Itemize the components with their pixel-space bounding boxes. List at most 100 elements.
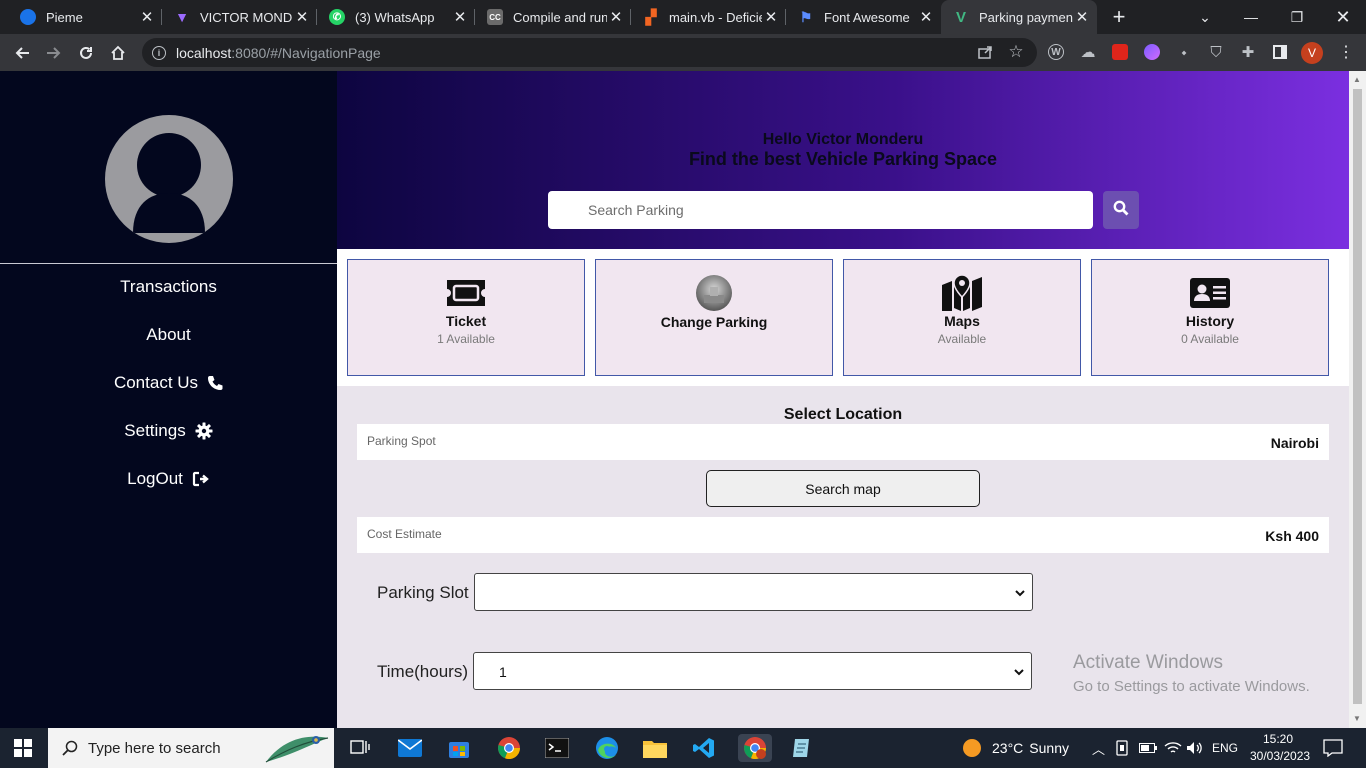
sidebar-item-logout[interactable]: LogOut (0, 465, 337, 493)
home-icon[interactable] (106, 41, 130, 65)
close-icon[interactable]: ✕ (1073, 8, 1091, 26)
terminal-app-icon[interactable] (543, 734, 571, 762)
maps-card[interactable]: Maps Available (843, 259, 1081, 376)
browser-tab[interactable]: CC Compile and run ✕ (475, 0, 631, 34)
scroll-up-icon[interactable]: ▲ (1353, 75, 1361, 84)
scroll-down-icon[interactable]: ▼ (1353, 714, 1361, 723)
side-panel-icon[interactable] (1270, 42, 1290, 62)
sidebar-item-settings[interactable]: Settings (0, 417, 337, 445)
close-icon[interactable]: ✕ (607, 8, 625, 26)
tab-title: main.vb - Deficie (669, 9, 762, 25)
search-parking-input[interactable] (548, 191, 1093, 229)
close-icon[interactable]: ✕ (138, 8, 156, 26)
profile-avatar[interactable]: V (1301, 42, 1323, 64)
mail-app-icon[interactable] (396, 734, 424, 762)
map-location-icon (941, 275, 983, 311)
file-explorer-icon[interactable] (641, 734, 669, 762)
parking-slot-select[interactable] (474, 573, 1033, 611)
sidebar-item-contact-us[interactable]: Contact Us (0, 369, 337, 397)
close-icon[interactable]: ✕ (762, 8, 780, 26)
browser-tab[interactable]: Pieme ✕ (8, 0, 162, 34)
tab-search-icon[interactable]: ⌄ (1182, 0, 1228, 34)
chrome-app-icon[interactable] (495, 734, 523, 762)
site-info-icon[interactable]: i (152, 45, 166, 60)
taskbar-search-box[interactable]: Type here to search (48, 728, 334, 768)
feather-decoration-icon (264, 732, 330, 768)
history-card[interactable]: History 0 Available (1091, 259, 1329, 376)
close-icon[interactable]: ✕ (293, 8, 311, 26)
time-hours-select[interactable]: 1 (473, 652, 1032, 690)
close-icon[interactable]: ✕ (451, 8, 469, 26)
extension-red-icon[interactable] (1110, 42, 1130, 62)
volume-icon[interactable] (1186, 728, 1204, 768)
cost-estimate-row: Cost Estimate Ksh 400 (357, 517, 1329, 553)
search-button[interactable] (1103, 191, 1139, 229)
show-hidden-icons-chevron-icon[interactable]: ︿ (1092, 728, 1105, 768)
card-title: Change Parking (660, 314, 768, 330)
taskbar-clock[interactable]: 15:20 30/03/2023 (1250, 731, 1310, 765)
weather-condition: Sunny (1029, 740, 1069, 756)
scrollbar-thumb[interactable] (1353, 89, 1362, 704)
restore-icon[interactable]: ❐ (1274, 0, 1320, 34)
windows-start-icon[interactable] (14, 739, 32, 762)
notes-app-icon[interactable] (788, 734, 816, 762)
extension-shield-icon[interactable]: ⛉ (1206, 42, 1226, 62)
vscode-app-icon[interactable] (690, 734, 718, 762)
wifi-icon[interactable] (1164, 728, 1182, 768)
store-app-icon[interactable] (445, 734, 473, 762)
watermark-title: Activate Windows (1073, 652, 1223, 673)
browser-tab[interactable]: ▞ main.vb - Deficie ✕ (631, 0, 786, 34)
extension-w-icon[interactable]: W (1046, 42, 1066, 62)
id-card-icon (1189, 276, 1231, 310)
tab-title: Parking payment (979, 9, 1073, 25)
page-viewport: Transactions About Contact Us Settings L… (0, 71, 1366, 728)
card-subtitle: Available (937, 332, 987, 346)
clock-time: 15:20 (1262, 732, 1294, 746)
browser-tab[interactable]: ▼ VICTOR MONDERU ✕ (162, 0, 317, 34)
menu-kebab-icon[interactable]: ⋮ (1336, 42, 1356, 62)
section-title: Select Location (783, 406, 903, 423)
tab-title: Font Awesome (824, 9, 910, 25)
new-tab-button[interactable]: + (1108, 3, 1130, 31)
search-map-button[interactable]: Search map (706, 470, 980, 507)
browser-tab-active[interactable]: V Parking payment ✕ (941, 0, 1097, 34)
quick-actions: Ticket 1 Available Change Parking Maps A… (337, 249, 1349, 386)
change-parking-card[interactable]: Change Parking (595, 259, 833, 376)
weather-widget[interactable]: 23°C Sunny (962, 728, 1069, 768)
edge-app-icon[interactable] (593, 734, 621, 762)
minimize-icon[interactable]: — (1228, 0, 1274, 34)
page-scrollbar[interactable]: ▲ ▼ (1349, 71, 1366, 728)
cost-estimate-label: Cost Estimate (367, 527, 442, 541)
parking-slot-label: Parking Slot (377, 583, 469, 602)
extension-purple-icon[interactable] (1142, 42, 1162, 62)
device-icon[interactable] (1115, 728, 1129, 768)
reload-icon[interactable] (74, 41, 98, 65)
share-icon[interactable] (975, 42, 995, 62)
extension-tag-icon[interactable]: ⬩ (1174, 42, 1194, 62)
ticket-card[interactable]: Ticket 1 Available (347, 259, 585, 376)
back-arrow-icon[interactable] (10, 41, 34, 65)
window-close-icon[interactable]: ✕ (1320, 0, 1366, 34)
parking-spot-label: Parking Spot (367, 434, 436, 448)
battery-icon[interactable] (1139, 728, 1157, 768)
browser-tab[interactable]: ✆ (3) WhatsApp ✕ (317, 0, 475, 34)
search-icon (62, 740, 78, 756)
card-title: Maps (944, 313, 980, 329)
address-bar[interactable]: i localhost:8080/#/NavigationPage (142, 38, 1037, 67)
extensions-puzzle-icon[interactable]: ✚ (1238, 42, 1258, 62)
parking-thumbnail (696, 275, 732, 311)
close-icon[interactable]: ✕ (917, 8, 935, 26)
language-indicator[interactable]: ENG (1212, 728, 1238, 768)
bookmark-star-icon[interactable]: ☆ (1006, 42, 1026, 62)
forward-arrow-icon[interactable] (42, 41, 66, 65)
notifications-icon[interactable] (1323, 728, 1343, 768)
sidebar: Transactions About Contact Us Settings L… (0, 71, 337, 728)
sidebar-item-transactions[interactable]: Transactions (0, 273, 337, 301)
browser-tab[interactable]: ⚑ Font Awesome ✕ (786, 0, 941, 34)
sidebar-item-label: Contact Us (113, 373, 199, 392)
chrome-active-app-icon[interactable] (738, 734, 772, 762)
extension-cloud-icon[interactable]: ☁ (1078, 42, 1098, 62)
sidebar-item-about[interactable]: About (0, 321, 337, 349)
task-view-icon[interactable] (346, 734, 374, 762)
time-hours-label: Time(hours) (377, 662, 468, 681)
